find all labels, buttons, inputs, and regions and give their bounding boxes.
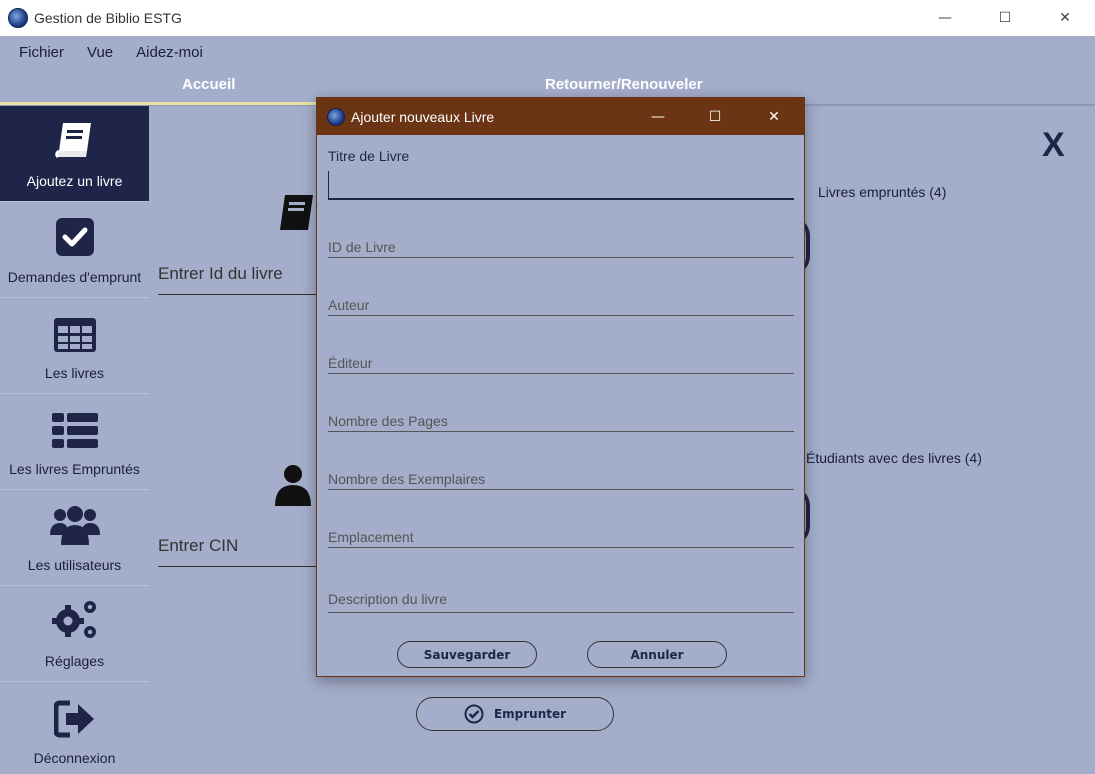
field-placeholder: Description du livre (328, 591, 448, 607)
sidebar-item-logout[interactable]: Déconnexion (0, 682, 149, 774)
borrow-button-label: Emprunter (493, 707, 567, 721)
book-title-input[interactable] (328, 171, 794, 200)
field-placeholder: Nombre des Pages (328, 413, 448, 429)
copies-count-field[interactable]: Nombre des Exemplaires (328, 469, 794, 490)
minimize-button[interactable]: — (922, 0, 968, 36)
sidebar-item-settings[interactable]: Réglages (0, 586, 149, 682)
close-panel-button[interactable]: X (1042, 128, 1065, 162)
sidebar-item-borrowed-books[interactable]: Les livres Empruntés (0, 394, 149, 490)
maximize-icon: ☐ (998, 10, 1012, 26)
dialog-title: Ajouter nouveaux Livre (351, 108, 495, 125)
book-icon (280, 195, 313, 230)
dialog-close-button[interactable]: ✕ (751, 98, 797, 135)
sidebar-item-label: Les livres Empruntés (9, 461, 140, 477)
menu-bar: Fichier Vue Aidez-moi (0, 36, 1095, 68)
tab-return-renew[interactable]: Retourner/Renouveler (545, 76, 703, 93)
cin-input[interactable]: Entrer CIN (158, 536, 318, 567)
logout-icon (53, 700, 94, 738)
book-id-field[interactable]: ID de Livre (328, 237, 794, 258)
field-placeholder: ID de Livre (328, 239, 396, 255)
user-icon (275, 465, 311, 506)
cancel-button[interactable]: Annuler (587, 641, 727, 668)
menu-view[interactable]: Vue (87, 44, 113, 61)
minimize-icon: — (938, 10, 952, 26)
borrow-button[interactable]: Emprunter (416, 697, 614, 731)
close-icon: ✕ (768, 108, 780, 125)
location-field[interactable]: Emplacement (328, 527, 794, 548)
students-with-books-count: Étudiants avec des livres (4) (806, 450, 982, 466)
window-titlebar: Gestion de Biblio ESTG — ☐ ✕ (0, 0, 1095, 36)
author-field[interactable]: Auteur (328, 295, 794, 316)
list-icon (51, 413, 98, 448)
add-book-dialog: Ajouter nouveaux Livre — ☐ ✕ Titre de Li… (316, 97, 805, 677)
sidebar-item-loan-requests[interactable]: Demandes d'emprunt (0, 202, 149, 298)
sidebar-item-label: Ajoutez un livre (26, 173, 123, 189)
sidebar-item-label: Les utilisateurs (27, 557, 122, 573)
sidebar-item-label: Demandes d'emprunt (7, 269, 142, 285)
field-placeholder: Auteur (328, 297, 370, 313)
table-icon (53, 318, 96, 352)
sidebar-item-add-book[interactable]: Ajoutez un livre (0, 106, 149, 202)
sidebar-item-label: Déconnexion (33, 750, 116, 766)
app-logo-icon (8, 8, 28, 28)
field-placeholder: Emplacement (328, 529, 414, 545)
save-button[interactable]: Sauvegarder (397, 641, 537, 668)
menu-help[interactable]: Aidez-moi (136, 44, 203, 61)
active-tab-indicator (0, 102, 318, 105)
sidebar-item-label: Réglages (44, 653, 105, 669)
book-title-label: Titre de Livre (328, 148, 410, 164)
dialog-minimize-button[interactable]: — (635, 98, 681, 135)
close-icon: ✕ (1059, 10, 1071, 26)
book-id-input[interactable]: Entrer Id du livre (158, 264, 318, 295)
sidebar-item-label: Les livres (44, 365, 105, 381)
sidebar-item-users[interactable]: Les utilisateurs (0, 490, 149, 586)
borrowed-books-count: Livres empruntés (4) (818, 184, 947, 200)
dialog-maximize-button[interactable]: ☐ (692, 98, 738, 135)
page-count-field[interactable]: Nombre des Pages (328, 411, 794, 432)
description-field[interactable]: Description du livre (328, 589, 794, 613)
tab-home[interactable]: Accueil (182, 76, 235, 93)
checkbox-icon (55, 218, 94, 256)
book-icon (54, 123, 91, 159)
publisher-field[interactable]: Éditeur (328, 353, 794, 374)
maximize-icon: ☐ (708, 108, 722, 125)
window-title: Gestion de Biblio ESTG (34, 10, 182, 26)
app-logo-icon (327, 107, 345, 126)
close-window-button[interactable]: ✕ (1042, 0, 1088, 36)
dialog-titlebar: Ajouter nouveaux Livre — ☐ ✕ (317, 98, 804, 135)
field-placeholder: Nombre des Exemplaires (328, 471, 486, 487)
menu-file[interactable]: Fichier (19, 44, 64, 61)
users-icon (49, 506, 100, 545)
sidebar: Ajoutez un livre Demandes d'emprunt Les … (0, 106, 150, 774)
sidebar-item-books[interactable]: Les livres (0, 298, 149, 394)
field-placeholder: Éditeur (328, 355, 373, 371)
gears-icon (51, 601, 96, 638)
maximize-button[interactable]: ☐ (982, 0, 1028, 36)
minimize-icon: — (651, 108, 665, 125)
check-circle-icon (464, 704, 484, 724)
